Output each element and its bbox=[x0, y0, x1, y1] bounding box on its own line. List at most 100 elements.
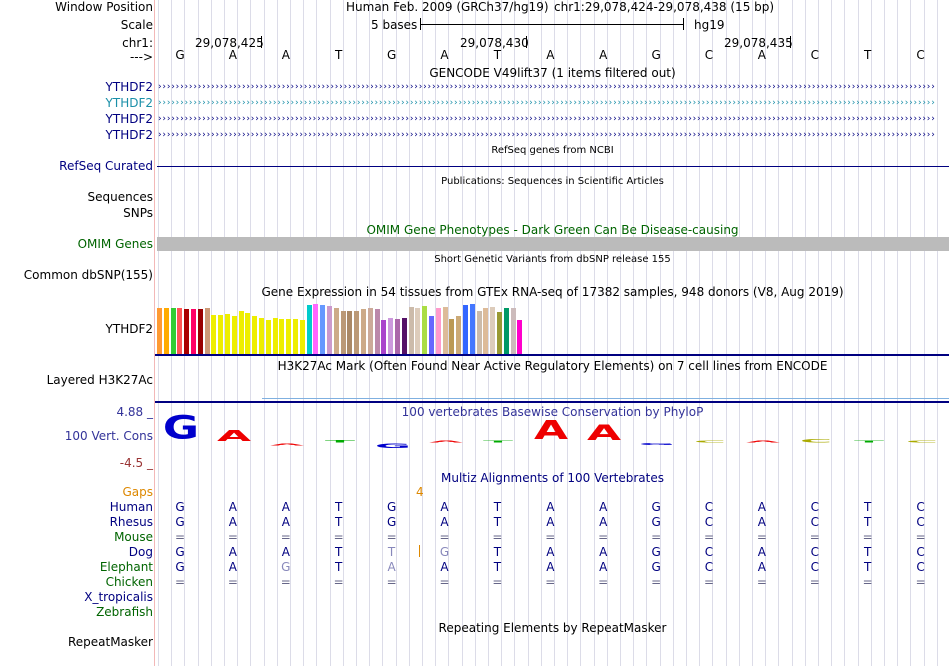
gtex-tissue-bar[interactable] bbox=[354, 311, 360, 354]
gtex-tissue-bar[interactable] bbox=[408, 307, 414, 354]
publications-track-title[interactable]: Publications: Sequences in Scientific Ar… bbox=[155, 176, 950, 187]
gtex-tissue-bar[interactable] bbox=[211, 315, 217, 354]
gtex-tissue-bar[interactable] bbox=[367, 308, 373, 354]
gtex-tissue-bar[interactable] bbox=[238, 311, 244, 354]
refseq-track-title[interactable]: RefSeq genes from NCBI bbox=[155, 145, 950, 156]
gencode-item-label[interactable]: YTHDF2 bbox=[106, 112, 153, 127]
gtex-tissue-bar[interactable] bbox=[204, 308, 210, 354]
position-range[interactable]: chr1:29,078,424-29,078,438 (15 bp) bbox=[554, 0, 774, 15]
gtex-tissue-bar[interactable] bbox=[157, 308, 162, 354]
gtex-tissue-bar[interactable] bbox=[401, 318, 407, 354]
gtex-tissue-bar[interactable] bbox=[163, 308, 169, 354]
repeatmasker-label[interactable]: RepeatMasker bbox=[68, 635, 153, 650]
omim-track-title[interactable]: OMIM Gene Phenotypes - Dark Green Can Be… bbox=[155, 223, 950, 237]
gtex-tissue-bar[interactable] bbox=[442, 307, 448, 354]
refseq-label[interactable]: RefSeq Curated bbox=[59, 159, 153, 174]
gtex-tissue-bar[interactable] bbox=[490, 307, 496, 354]
gtex-tissue-bar[interactable] bbox=[469, 304, 475, 354]
gtex-tissue-bar[interactable] bbox=[231, 316, 237, 354]
gtex-tissue-bar[interactable] bbox=[252, 316, 258, 354]
gtex-tissue-bar[interactable] bbox=[415, 308, 421, 354]
gtex-tissue-bar[interactable] bbox=[259, 318, 264, 354]
species-label[interactable]: Chicken bbox=[106, 575, 153, 590]
species-label[interactable]: Rhesus bbox=[110, 515, 153, 530]
gtex-tissue-bar[interactable] bbox=[503, 308, 509, 354]
multiz-track-title[interactable]: Multiz Alignments of 100 Vertebrates bbox=[155, 471, 950, 485]
gtex-tissue-bar[interactable] bbox=[293, 319, 298, 354]
gap-marker bbox=[419, 545, 420, 557]
gtex-tissue-bar[interactable] bbox=[320, 305, 326, 354]
species-label[interactable]: X_tropicalis bbox=[84, 590, 153, 605]
gtex-tissue-bar[interactable] bbox=[170, 308, 176, 354]
alignment-base: G bbox=[386, 515, 397, 529]
gencode-transcript[interactable]: ››››››››››››››››››››››››››››››››››››››››… bbox=[157, 83, 949, 92]
gtex-tissue-bar[interactable] bbox=[245, 313, 251, 354]
gencode-transcript[interactable]: ››››››››››››››››››››››››››››››››››››››››… bbox=[157, 131, 949, 140]
sequences-label[interactable]: Sequences bbox=[88, 190, 153, 205]
h3k27ac-track-title[interactable]: H3K27Ac Mark (Often Found Near Active Re… bbox=[155, 359, 950, 373]
gtex-tissue-bar[interactable] bbox=[429, 316, 434, 354]
alignment-base: = bbox=[227, 530, 238, 544]
gtex-tissue-bar[interactable] bbox=[340, 311, 346, 354]
gencode-item-label[interactable]: YTHDF2 bbox=[106, 96, 153, 111]
gtex-tissue-bar[interactable] bbox=[361, 309, 366, 354]
gencode-track-title[interactable]: GENCODE V49lift37 (1 items filtered out) bbox=[155, 66, 950, 80]
alignment-base: = bbox=[386, 575, 397, 589]
repeatmasker-track-title[interactable]: Repeating Elements by RepeatMasker bbox=[155, 621, 950, 635]
gtex-tissue-bar[interactable] bbox=[381, 320, 387, 354]
gtex-tissue-bar[interactable] bbox=[218, 315, 224, 354]
gtex-tissue-bar[interactable] bbox=[272, 318, 278, 354]
gtex-tissue-bar[interactable] bbox=[510, 308, 516, 354]
gtex-tissue-bar[interactable] bbox=[483, 308, 489, 354]
dbsnp-label[interactable]: Common dbSNP(155) bbox=[24, 268, 153, 283]
gtex-tissue-bar[interactable] bbox=[517, 320, 523, 354]
gencode-transcript[interactable]: ››››››››››››››››››››››››››››››››››››››››… bbox=[157, 99, 949, 108]
species-label[interactable]: Elephant bbox=[100, 560, 153, 575]
gtex-tissue-bar[interactable] bbox=[306, 305, 312, 354]
gtex-tissue-bar[interactable] bbox=[177, 308, 183, 354]
gtex-tissue-bar[interactable] bbox=[449, 319, 455, 354]
h3k27ac-label[interactable]: Layered H3K27Ac bbox=[47, 373, 153, 388]
species-label[interactable]: Dog bbox=[129, 545, 153, 560]
gtex-tissue-bar[interactable] bbox=[327, 306, 332, 354]
refseq-feature[interactable] bbox=[157, 166, 949, 167]
alignment-base: = bbox=[915, 575, 926, 589]
gtex-tissue-bar[interactable] bbox=[299, 320, 305, 354]
gtex-tissue-bar[interactable] bbox=[265, 320, 271, 354]
gtex-tissue-bar[interactable] bbox=[435, 308, 441, 354]
alignment-base: G bbox=[175, 560, 185, 574]
gtex-tissue-bar[interactable] bbox=[333, 308, 339, 354]
gtex-track-title[interactable]: Gene Expression in 54 tissues from GTEx … bbox=[155, 285, 950, 299]
gtex-tissue-bar[interactable] bbox=[286, 319, 292, 354]
gencode-item-label[interactable]: YTHDF2 bbox=[106, 80, 153, 95]
window-position-label: Window Position bbox=[55, 0, 153, 14]
omim-label[interactable]: OMIM Genes bbox=[78, 237, 153, 252]
snps-label[interactable]: SNPs bbox=[123, 206, 153, 221]
gtex-tissue-bar[interactable] bbox=[279, 319, 285, 354]
dbsnp-track-title[interactable]: Short Genetic Variants from dbSNP releas… bbox=[155, 254, 950, 265]
gtex-tissue-bar[interactable] bbox=[476, 311, 482, 354]
reference-base: T bbox=[335, 48, 343, 62]
gtex-tissue-bar[interactable] bbox=[197, 309, 203, 354]
gtex-tissue-bar[interactable] bbox=[395, 319, 400, 354]
gtex-tissue-bar[interactable] bbox=[388, 318, 394, 354]
species-label[interactable]: Mouse bbox=[114, 530, 153, 545]
gencode-item-label[interactable]: YTHDF2 bbox=[106, 128, 153, 143]
alignment-base: A bbox=[281, 545, 290, 559]
omim-gene-bar[interactable] bbox=[157, 237, 949, 251]
species-label[interactable]: Human bbox=[110, 500, 153, 515]
gtex-tissue-bar[interactable] bbox=[347, 311, 353, 354]
gtex-tissue-bar[interactable] bbox=[374, 309, 380, 354]
gtex-tissue-bar[interactable] bbox=[463, 305, 468, 354]
gtex-tissue-bar[interactable] bbox=[184, 309, 190, 354]
species-label[interactable]: Zebrafish bbox=[96, 605, 153, 620]
gtex-tissue-bar[interactable] bbox=[456, 316, 462, 354]
gtex-tissue-bar[interactable] bbox=[422, 306, 428, 354]
gencode-transcript[interactable]: ››››››››››››››››››››››››››››››››››››››››… bbox=[157, 115, 949, 124]
gtex-tissue-bar[interactable] bbox=[497, 312, 502, 354]
gtex-tissue-bar[interactable] bbox=[313, 304, 319, 354]
gtex-tissue-bar[interactable] bbox=[191, 309, 196, 354]
gtex-label[interactable]: YTHDF2 bbox=[106, 322, 153, 337]
gtex-bar-chart[interactable] bbox=[155, 302, 555, 354]
gtex-tissue-bar[interactable] bbox=[225, 314, 230, 354]
